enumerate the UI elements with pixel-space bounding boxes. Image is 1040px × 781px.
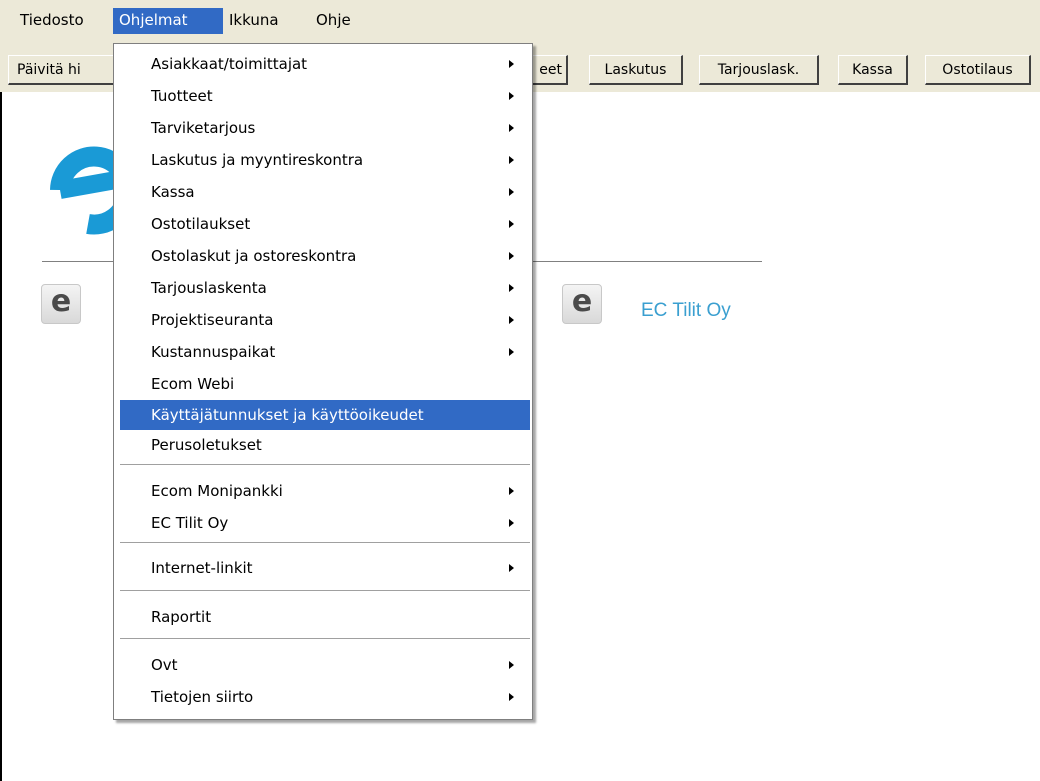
- menu-ohje[interactable]: Ohje: [310, 8, 357, 34]
- submenu-arrow-icon: [509, 284, 514, 292]
- menu-item-data-transfer[interactable]: Tietojen siirto: [120, 682, 530, 712]
- menu-tiedosto[interactable]: Tiedosto: [14, 8, 90, 34]
- menu-item-default-settings[interactable]: Perusoletukset: [120, 430, 530, 460]
- menu-item-ec-tilit[interactable]: EC Tilit Oy: [120, 508, 530, 538]
- menu-item-cash-register[interactable]: Kassa: [120, 177, 530, 207]
- ecom-app-icon[interactable]: e: [41, 284, 81, 324]
- menu-item-internet-links[interactable]: Internet-linkit: [120, 553, 530, 583]
- submenu-arrow-icon: [509, 564, 514, 572]
- quote-calculation-button[interactable]: Tarjouslask.: [699, 55, 819, 85]
- menu-item-cost-centers[interactable]: Kustannuspaikat: [120, 337, 530, 367]
- submenu-arrow-icon: [509, 661, 514, 669]
- menu-item-ecom-multibank[interactable]: Ecom Monipankki: [120, 476, 530, 506]
- submenu-arrow-icon: [509, 220, 514, 228]
- menu-item-supply-quote[interactable]: Tarviketarjous: [120, 113, 530, 143]
- menu-ohjelmat[interactable]: Ohjelmat: [113, 8, 223, 34]
- cash-register-button[interactable]: Kassa: [838, 55, 908, 85]
- menu-item-invoicing-receivables[interactable]: Laskutus ja myyntireskontra: [120, 145, 530, 175]
- application-window: Tiedosto Ohjelmat Ikkuna Ohje Päivitä hi…: [0, 0, 1040, 781]
- submenu-arrow-icon: [509, 487, 514, 495]
- menu-item-customers-suppliers[interactable]: Asiakkaat/toimittajat: [120, 49, 530, 79]
- submenu-arrow-icon: [509, 124, 514, 132]
- menu-separator: [120, 638, 530, 640]
- menu-ikkuna[interactable]: Ikkuna: [223, 8, 285, 34]
- submenu-arrow-icon: [509, 188, 514, 196]
- company-name-link[interactable]: EC Tilit Oy: [641, 300, 731, 322]
- menu-bar: Tiedosto Ohjelmat Ikkuna Ohje: [0, 0, 1040, 37]
- purchase-order-button[interactable]: Ostotilaus: [925, 55, 1031, 85]
- submenu-arrow-icon: [509, 92, 514, 100]
- ohjelmat-dropdown-menu: Asiakkaat/toimittajat Tuotteet Tarviketa…: [113, 43, 533, 720]
- window-left-border: [0, 92, 2, 781]
- submenu-arrow-icon: [509, 693, 514, 701]
- menu-item-user-permissions[interactable]: Käyttäjätunnukset ja käyttöoikeudet: [120, 400, 530, 430]
- toolbar-button-partial[interactable]: eet: [530, 55, 568, 85]
- refresh-button[interactable]: Päivitä hi: [8, 55, 118, 85]
- submenu-arrow-icon: [509, 348, 514, 356]
- submenu-arrow-icon: [509, 519, 514, 527]
- menu-separator: [120, 542, 530, 544]
- company-app-icon[interactable]: e: [562, 284, 602, 324]
- menu-item-products[interactable]: Tuotteet: [120, 81, 530, 111]
- menu-item-project-tracking[interactable]: Projektiseuranta: [120, 305, 530, 335]
- submenu-arrow-icon: [509, 156, 514, 164]
- menu-item-quote-calculation[interactable]: Tarjouslaskenta: [120, 273, 530, 303]
- submenu-arrow-icon: [509, 252, 514, 260]
- menu-separator: [120, 590, 530, 592]
- menu-separator: [120, 464, 530, 466]
- menu-item-ecom-webi[interactable]: Ecom Webi: [120, 369, 530, 399]
- menu-item-reports[interactable]: Raportit: [120, 602, 530, 632]
- submenu-arrow-icon: [509, 60, 514, 68]
- invoicing-button[interactable]: Laskutus: [589, 55, 683, 85]
- menu-item-ovt[interactable]: Ovt: [120, 650, 530, 680]
- submenu-arrow-icon: [509, 316, 514, 324]
- menu-item-purchase-orders[interactable]: Ostotilaukset: [120, 209, 530, 239]
- menu-item-purchase-invoices[interactable]: Ostolaskut ja ostoreskontra: [120, 241, 530, 271]
